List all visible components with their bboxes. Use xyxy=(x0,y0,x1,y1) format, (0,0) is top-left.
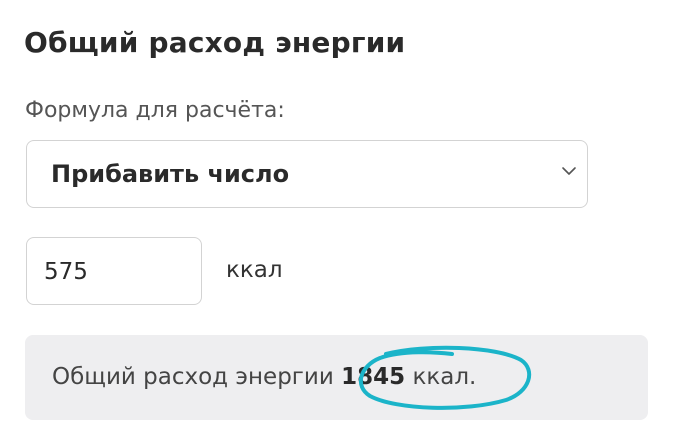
section-title: Общий расход энергии xyxy=(24,26,406,59)
result-prefix: Общий расход энергии xyxy=(52,364,334,390)
result-value: 1845 xyxy=(341,364,406,390)
formula-select-value: Прибавить число xyxy=(51,160,290,188)
result-panel: Общий расход энергии 1845 ккал. xyxy=(25,335,648,420)
calories-input-value: 575 xyxy=(44,259,88,285)
formula-label: Формула для расчёта: xyxy=(25,98,285,123)
result-unit: ккал. xyxy=(412,364,477,390)
formula-select[interactable]: Прибавить число xyxy=(26,140,588,208)
result-text: Общий расход энергии 1845 ккал. xyxy=(52,364,476,390)
calories-unit-label: ккал xyxy=(226,257,283,283)
chevron-down-icon xyxy=(562,167,576,175)
calories-input[interactable]: 575 xyxy=(26,237,202,305)
